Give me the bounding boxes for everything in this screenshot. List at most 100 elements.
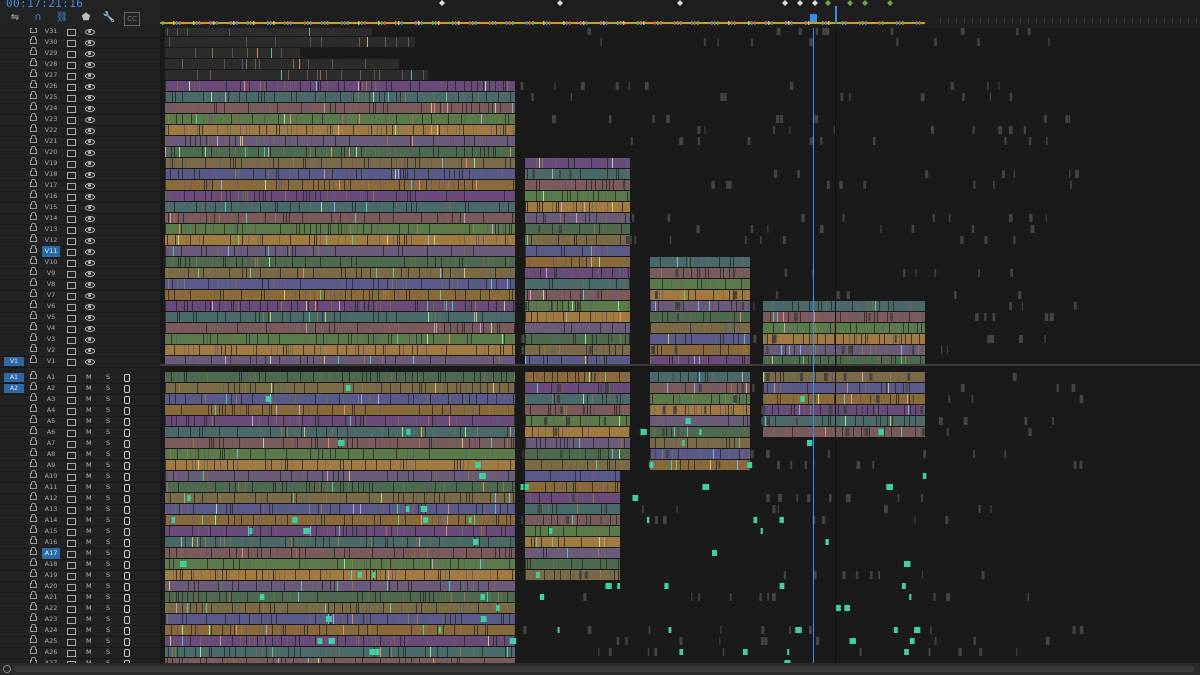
lock-icon[interactable]	[30, 355, 37, 363]
mute-button[interactable]: M	[86, 592, 92, 603]
lock-icon[interactable]	[30, 223, 37, 231]
sync-lock-icon[interactable]	[67, 216, 76, 223]
track-name[interactable]: A23	[42, 614, 60, 625]
mute-button[interactable]: M	[86, 460, 92, 471]
eye-icon[interactable]	[85, 139, 95, 145]
track-name[interactable]: V29	[42, 48, 60, 59]
mute-button[interactable]: M	[86, 526, 92, 537]
sync-lock-icon[interactable]	[67, 29, 76, 36]
mute-button[interactable]: M	[86, 581, 92, 592]
solo-button[interactable]: S	[106, 603, 110, 614]
sync-lock-icon[interactable]	[67, 271, 76, 278]
lock-icon[interactable]	[30, 289, 37, 297]
eye-icon[interactable]	[85, 161, 95, 167]
wrench-settings-icon[interactable]: 🔧	[102, 12, 116, 24]
sync-lock-icon[interactable]	[67, 419, 76, 426]
sync-lock-icon[interactable]	[67, 194, 76, 201]
sync-lock-icon[interactable]	[67, 408, 76, 415]
lock-icon[interactable]	[30, 80, 37, 88]
solo-button[interactable]: S	[106, 636, 110, 647]
track-name[interactable]: A17	[42, 548, 60, 559]
track-name[interactable]: V30	[42, 37, 60, 48]
time-ruler[interactable]	[160, 0, 1200, 28]
lock-icon[interactable]	[30, 613, 37, 621]
track-name[interactable]: A3	[42, 394, 60, 405]
track-name[interactable]: V10	[42, 257, 60, 268]
microphone-icon[interactable]	[124, 473, 130, 481]
track-name[interactable]: A21	[42, 592, 60, 603]
solo-button[interactable]: S	[106, 416, 110, 427]
lock-icon[interactable]	[30, 278, 37, 286]
track-name[interactable]: V2	[42, 345, 60, 356]
track-name[interactable]: V3	[42, 334, 60, 345]
track-name[interactable]: A6	[42, 427, 60, 438]
microphone-icon[interactable]	[124, 484, 130, 492]
solo-button[interactable]: S	[106, 537, 110, 548]
lock-icon[interactable]	[30, 28, 37, 33]
sync-lock-icon[interactable]	[67, 518, 76, 525]
lock-icon[interactable]	[30, 404, 37, 412]
track-name[interactable]: V4	[42, 323, 60, 334]
track-name[interactable]: A12	[42, 493, 60, 504]
sync-lock-icon[interactable]	[67, 529, 76, 536]
eye-icon[interactable]	[85, 216, 95, 222]
solo-button[interactable]: S	[106, 625, 110, 636]
solo-button[interactable]: S	[106, 647, 110, 658]
microphone-icon[interactable]	[124, 638, 130, 646]
track-name[interactable]: A8	[42, 449, 60, 460]
track-name[interactable]: A15	[42, 526, 60, 537]
eye-icon[interactable]	[85, 84, 95, 90]
track-name[interactable]: V27	[42, 70, 60, 81]
track-name[interactable]: V26	[42, 81, 60, 92]
sync-lock-icon[interactable]	[67, 562, 76, 569]
mute-button[interactable]: M	[86, 515, 92, 526]
sync-lock-icon[interactable]	[67, 551, 76, 558]
lock-icon[interactable]	[30, 311, 37, 319]
eye-icon[interactable]	[85, 238, 95, 244]
track-name[interactable]: V21	[42, 136, 60, 147]
solo-button[interactable]: S	[106, 460, 110, 471]
mute-button[interactable]: M	[86, 471, 92, 482]
track-name[interactable]: A16	[42, 537, 60, 548]
track-name[interactable]: A1	[42, 372, 60, 383]
eye-icon[interactable]	[85, 359, 95, 365]
sync-lock-icon[interactable]	[67, 463, 76, 470]
microphone-icon[interactable]	[124, 539, 130, 547]
eye-icon[interactable]	[85, 62, 95, 68]
eye-icon[interactable]	[85, 29, 95, 35]
sync-lock-icon[interactable]	[67, 540, 76, 547]
ruler-markers[interactable]	[160, 0, 1200, 28]
solo-button[interactable]: S	[106, 559, 110, 570]
mute-button[interactable]: M	[86, 537, 92, 548]
track-name[interactable]: A9	[42, 460, 60, 471]
sync-lock-icon[interactable]	[67, 441, 76, 448]
lock-icon[interactable]	[30, 481, 37, 489]
eye-icon[interactable]	[85, 106, 95, 112]
lock-icon[interactable]	[30, 525, 37, 533]
sync-lock-icon[interactable]	[67, 326, 76, 333]
track-name[interactable]: A7	[42, 438, 60, 449]
microphone-icon[interactable]	[124, 506, 130, 514]
microphone-icon[interactable]	[124, 594, 130, 602]
source-patch-a1[interactable]: A1	[4, 373, 24, 382]
mute-button[interactable]: M	[86, 636, 92, 647]
sync-lock-icon[interactable]	[67, 282, 76, 289]
eye-icon[interactable]	[85, 51, 95, 57]
solo-button[interactable]: S	[106, 493, 110, 504]
solo-button[interactable]: S	[106, 526, 110, 537]
microphone-icon[interactable]	[124, 627, 130, 635]
lock-icon[interactable]	[30, 580, 37, 588]
mute-button[interactable]: M	[86, 438, 92, 449]
track-name[interactable]: A11	[42, 482, 60, 493]
solo-button[interactable]: S	[106, 570, 110, 581]
lock-icon[interactable]	[30, 58, 37, 66]
track-name[interactable]: V7	[42, 290, 60, 301]
sync-lock-icon[interactable]	[67, 95, 76, 102]
sync-lock-icon[interactable]	[67, 84, 76, 91]
lock-icon[interactable]	[30, 322, 37, 330]
track-name[interactable]: A26	[42, 647, 60, 658]
track-name[interactable]: V15	[42, 202, 60, 213]
sync-lock-icon[interactable]	[67, 183, 76, 190]
mute-button[interactable]: M	[86, 548, 92, 559]
track-name[interactable]: A4	[42, 405, 60, 416]
